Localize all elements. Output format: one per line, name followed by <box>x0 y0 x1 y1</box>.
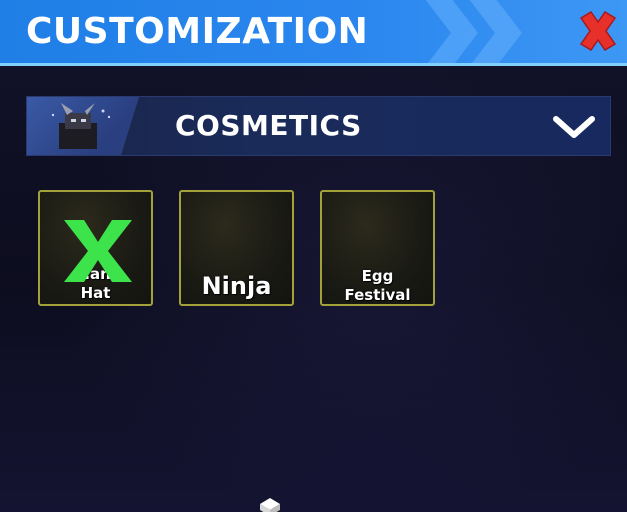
panel-title: CUSTOMIZATION <box>26 11 369 52</box>
header-chevron-decoration <box>418 0 478 63</box>
cosmetic-item[interactable]: ...ant Hat <box>38 190 153 306</box>
item-label-line1: Egg <box>361 267 394 285</box>
item-label-line2: Hat <box>80 284 111 302</box>
close-x-icon <box>579 10 617 52</box>
character-thumbnail-icon <box>27 97 139 155</box>
cursor-icon <box>260 498 280 512</box>
customization-panel: CUSTOMIZATION COSMETICS ...ant Hat Ninja… <box>0 0 627 512</box>
cosmetic-item[interactable]: Ninja <box>179 190 294 306</box>
item-label: Ninja <box>201 272 272 300</box>
cosmetics-dropdown[interactable]: COSMETICS <box>26 96 611 156</box>
section-title: COSMETICS <box>175 109 362 142</box>
cosmetic-item[interactable]: Egg Festival <box>320 190 435 306</box>
panel-header: CUSTOMIZATION <box>0 0 627 66</box>
item-label-line2: Festival <box>344 286 411 304</box>
close-button[interactable] <box>575 8 621 54</box>
chevron-down-icon <box>553 116 595 138</box>
green-x-icon <box>64 220 132 282</box>
